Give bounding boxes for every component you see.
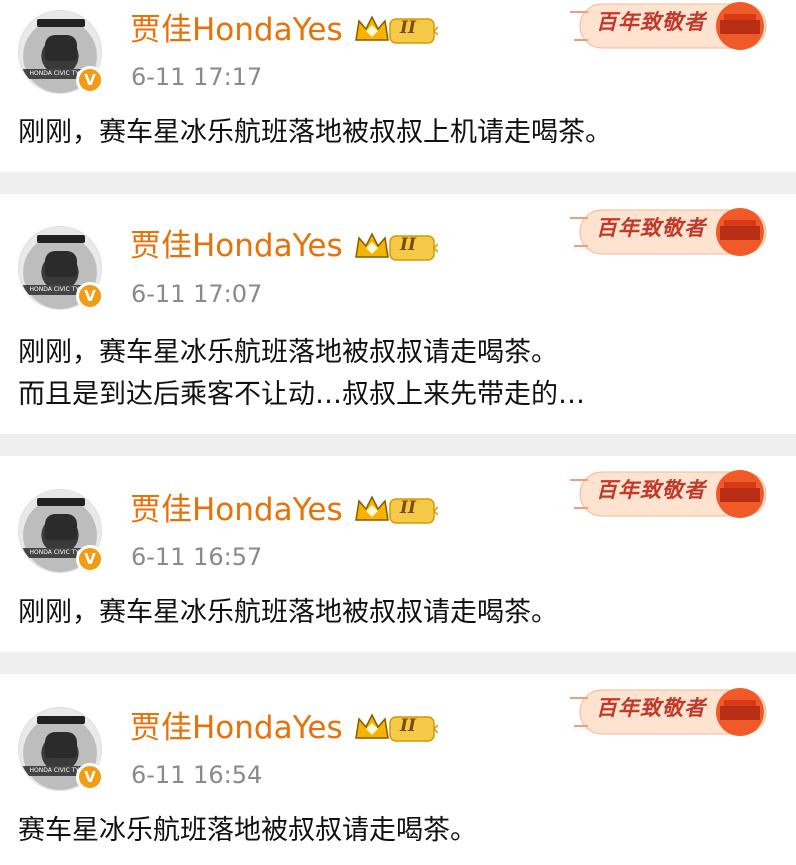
badge-label: 百年致敬者: [596, 695, 706, 720]
avatar-plate: [37, 19, 85, 27]
badge-label: 百年致敬者: [596, 9, 706, 34]
post-content[interactable]: 刚刚，赛车星冰乐航班落地被叔叔请走喝茶。: [18, 592, 786, 634]
username[interactable]: 贾佳HondaYes: [130, 492, 343, 528]
avatar-plate: [37, 716, 85, 724]
post-card[interactable]: HONDA CIVIC TYPE R V 贾佳HondaYes II 6-11 …: [0, 674, 796, 865]
post-card[interactable]: HONDA CIVIC TYPE R V 贾佳HondaYes II 6-11 …: [0, 0, 796, 172]
vip-level-label: II: [400, 235, 416, 255]
vip-level-label: II: [400, 18, 416, 38]
post-timestamp[interactable]: 6-11 17:07: [131, 279, 262, 309]
avatar-plate: [37, 235, 85, 243]
crown-vip-icon[interactable]: II: [354, 493, 438, 527]
badge-label: 百年致敬者: [596, 477, 706, 502]
avatar-car: [45, 35, 77, 61]
post-content[interactable]: 赛车星冰乐航班落地被叔叔请走喝茶。: [18, 810, 786, 852]
post-text-line: 而且是到达后乘客不让动…叔叔上来先带走的…: [18, 379, 585, 410]
vip-level-label: II: [400, 498, 416, 518]
post-timestamp[interactable]: 6-11 16:57: [131, 542, 262, 572]
badge-icon[interactable]: 百年致敬者: [570, 686, 772, 738]
avatar-plate: [37, 498, 85, 506]
crown-vip-icon[interactable]: II: [354, 230, 438, 264]
username[interactable]: 贾佳HondaYes: [130, 710, 343, 746]
username[interactable]: 贾佳HondaYes: [130, 12, 343, 48]
post-card[interactable]: HONDA CIVIC TYPE R V 贾佳HondaYes II 6-11 …: [0, 194, 796, 434]
post-text-line: 刚刚，赛车星冰乐航班落地被叔叔请走喝茶。: [18, 337, 558, 368]
crown-vip-icon[interactable]: II: [354, 13, 438, 47]
post-timestamp[interactable]: 6-11 17:17: [131, 62, 262, 92]
crown-vip-icon[interactable]: II: [354, 711, 438, 745]
post-content[interactable]: 刚刚，赛车星冰乐航班落地被叔叔上机请走喝茶。: [18, 112, 786, 154]
post-text-line: 刚刚，赛车星冰乐航班落地被叔叔请走喝茶。: [18, 597, 558, 628]
badge-icon[interactable]: 百年致敬者: [570, 0, 772, 52]
verified-icon: V: [76, 545, 104, 573]
badge-icon[interactable]: 百年致敬者: [570, 468, 772, 520]
avatar-car: [45, 514, 77, 540]
avatar-car: [45, 732, 77, 758]
badge-icon[interactable]: 百年致敬者: [570, 206, 772, 258]
username[interactable]: 贾佳HondaYes: [130, 228, 343, 264]
post-text-line: 赛车星冰乐航班落地被叔叔请走喝茶。: [18, 815, 477, 846]
post-timestamp[interactable]: 6-11 16:54: [131, 760, 262, 790]
badge-label: 百年致敬者: [596, 215, 706, 240]
post-content[interactable]: 刚刚，赛车星冰乐航班落地被叔叔请走喝茶。 而且是到达后乘客不让动…叔叔上来先带走…: [18, 332, 786, 416]
post-text-line: 刚刚，赛车星冰乐航班落地被叔叔上机请走喝茶。: [18, 117, 612, 148]
vip-level-label: II: [400, 716, 416, 736]
verified-icon: V: [76, 282, 104, 310]
verified-icon: V: [76, 66, 104, 94]
avatar-car: [45, 251, 77, 277]
post-card[interactable]: HONDA CIVIC TYPE R V 贾佳HondaYes II 6-11 …: [0, 456, 796, 652]
verified-icon: V: [76, 763, 104, 791]
